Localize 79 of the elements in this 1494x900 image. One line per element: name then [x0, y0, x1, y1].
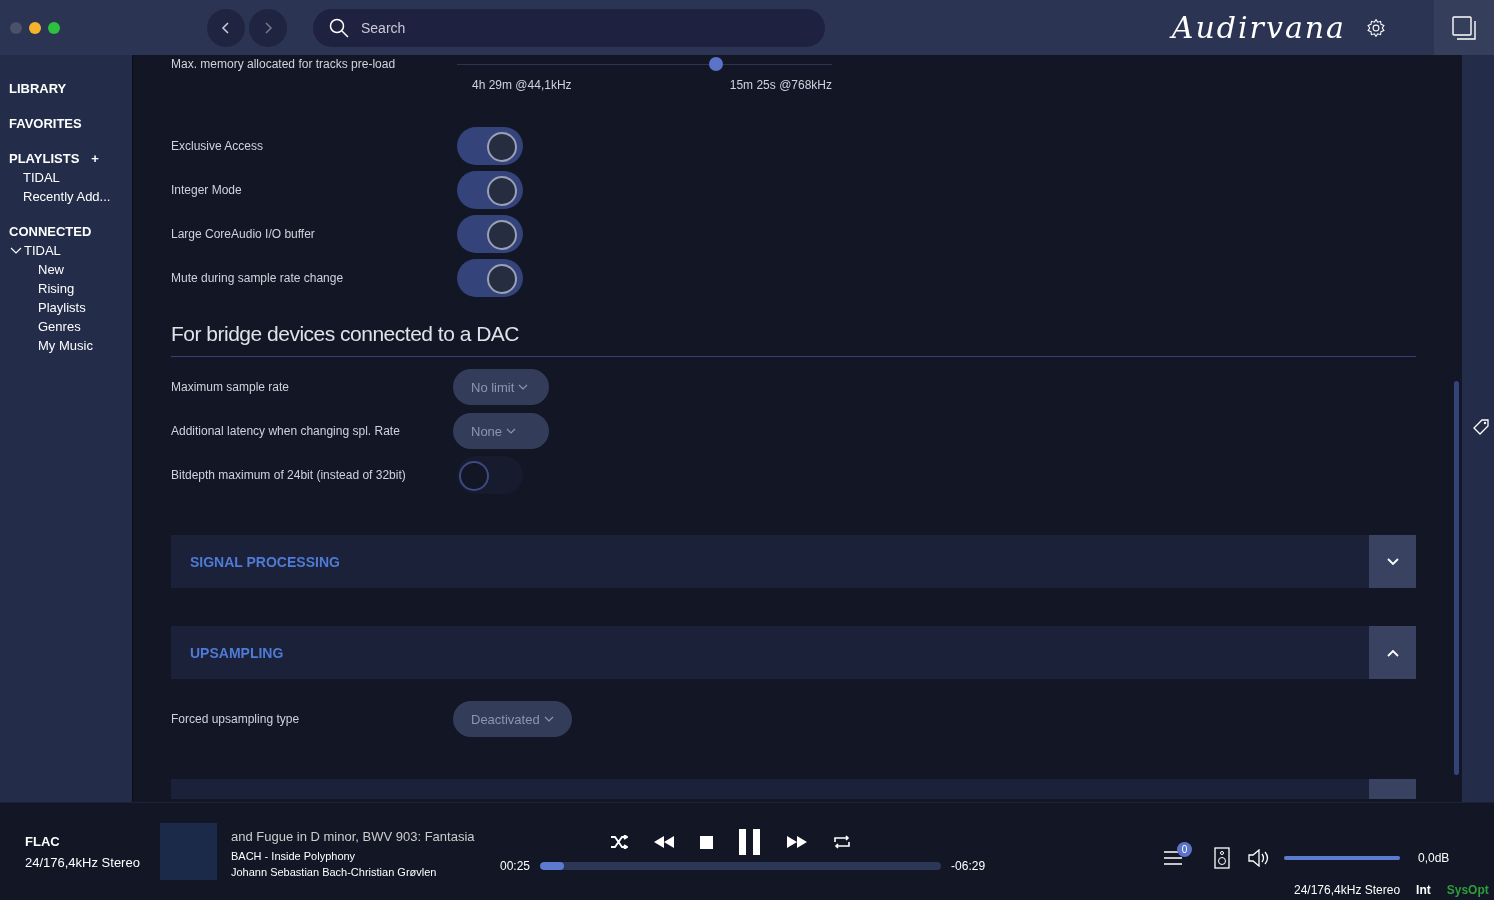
scrollbar[interactable]: [1454, 381, 1459, 775]
volume-reading: 0,0dB: [1418, 851, 1450, 865]
expand-toggle-button[interactable]: [1369, 535, 1416, 588]
tag-icon[interactable]: [1473, 419, 1489, 435]
elapsed-time: 00:25: [500, 859, 531, 873]
setting-label: Bitdepth maximum of 24bit (instead of 32bit): [171, 468, 407, 482]
sidebar-heading[interactable]: LIBRARY: [9, 81, 67, 96]
window-zoom-button[interactable]: [48, 21, 60, 34]
toggle-switch[interactable]: [457, 171, 523, 209]
chevron-down-icon: [1386, 557, 1399, 566]
shuffle-button[interactable]: [610, 835, 628, 849]
stop-button[interactable]: [700, 835, 713, 849]
window-toggle-button[interactable]: [1434, 0, 1494, 55]
collapsible-panel-header[interactable]: UPSAMPLING: [171, 626, 1416, 679]
setting-label: Additional latency when changing spl. Rate: [171, 424, 401, 438]
track-title: and Fugue in D minor, BWV 903: Fantasia: [231, 829, 476, 844]
status-label: Int: [1416, 883, 1431, 897]
setting-label: Mute during sample rate change: [171, 271, 345, 285]
chevron-down-icon: [543, 716, 554, 722]
sidebar-heading[interactable]: PLAYLISTS: [9, 151, 80, 166]
dropdown[interactable]: Deactivated: [453, 701, 572, 737]
toggle-switch[interactable]: [457, 456, 523, 494]
status-label: SysOpt: [1446, 883, 1489, 897]
dropdown[interactable]: No limit: [453, 369, 549, 405]
toggle-switch[interactable]: [457, 127, 523, 165]
remaining-time: -06:29: [951, 859, 986, 873]
sidebar-item[interactable]: TIDAL: [9, 243, 132, 258]
sidebar-item[interactable]: My Music: [9, 338, 132, 353]
pause-button[interactable]: [739, 829, 761, 855]
volume-slider[interactable]: [1284, 856, 1400, 860]
sidebar-item[interactable]: Recently Add...: [9, 189, 132, 204]
slider-max-label: 15m 25s @768kHz: [729, 78, 832, 92]
album-name: BACH - Inside Polyphony: [231, 850, 357, 862]
volume-icon[interactable]: [1248, 849, 1270, 867]
search-field[interactable]: Search: [313, 8, 825, 47]
chevron-right-icon: [263, 20, 273, 35]
sidebar-item[interactable]: Playlists: [9, 300, 132, 315]
toggle-switch[interactable]: [457, 259, 523, 297]
toggle-switch[interactable]: [457, 215, 523, 253]
sidebar-item[interactable]: Genres: [9, 319, 132, 334]
collapsible-panel-header[interactable]: SIGNAL PROCESSING: [171, 535, 1416, 588]
status-label: 24/176,4kHz Stereo: [1294, 883, 1401, 897]
artist-name: Johann Sebastian Bach-Christian Grøvlen: [231, 866, 438, 878]
chevron-up-icon: [1386, 648, 1399, 657]
chevron-down-icon[interactable]: [9, 246, 23, 255]
dropdown[interactable]: None: [453, 413, 549, 449]
overlapping-squares-icon: [1452, 15, 1476, 40]
queue-icon[interactable]: [1164, 851, 1182, 865]
progress-bar[interactable]: [540, 862, 942, 870]
sidebar-item[interactable]: TIDAL: [9, 170, 132, 185]
rewind-button[interactable]: [654, 836, 674, 848]
quality-label: 24/176,4kHz Stereo: [25, 854, 140, 870]
section-heading: For bridge devices connected to a DAC: [171, 322, 1416, 357]
queue-count-badge: 0: [1177, 842, 1192, 857]
add-playlist-button[interactable]: +: [91, 151, 99, 166]
album-cover-placeholder: [160, 823, 217, 880]
chevron-left-icon: [221, 20, 231, 35]
fast-forward-button[interactable]: [787, 836, 807, 848]
expand-toggle-button[interactable]: [1369, 626, 1416, 679]
settings-icon[interactable]: [1366, 17, 1386, 38]
window-minimize-button[interactable]: [29, 21, 41, 34]
setting-label: Forced upsampling type: [171, 712, 301, 726]
sidebar-item[interactable]: Rising: [9, 281, 132, 296]
chevron-down-icon: [518, 384, 529, 390]
setting-label: Large CoreAudio I/O buffer: [171, 227, 316, 241]
sidebar-heading[interactable]: CONNECTED: [9, 224, 92, 239]
setting-label: Exclusive Access: [171, 139, 265, 153]
setting-label: Maximum sample rate: [171, 380, 291, 394]
sidebar-heading[interactable]: FAVORITES: [9, 116, 82, 131]
setting-label: Max. memory allocated for tracks pre-load: [171, 57, 397, 71]
sidebar-item[interactable]: New: [9, 262, 132, 277]
setting-label: Integer Mode: [171, 183, 243, 197]
chevron-down-icon: [506, 428, 517, 434]
speaker-icon[interactable]: [1214, 847, 1230, 869]
search-icon: [329, 17, 349, 38]
logo: Audirvana: [1171, 10, 1346, 45]
format-label: FLAC: [25, 833, 61, 849]
repeat-button[interactable]: [833, 835, 851, 849]
slider-min-label: 4h 29m @44,1kHz: [472, 78, 572, 92]
